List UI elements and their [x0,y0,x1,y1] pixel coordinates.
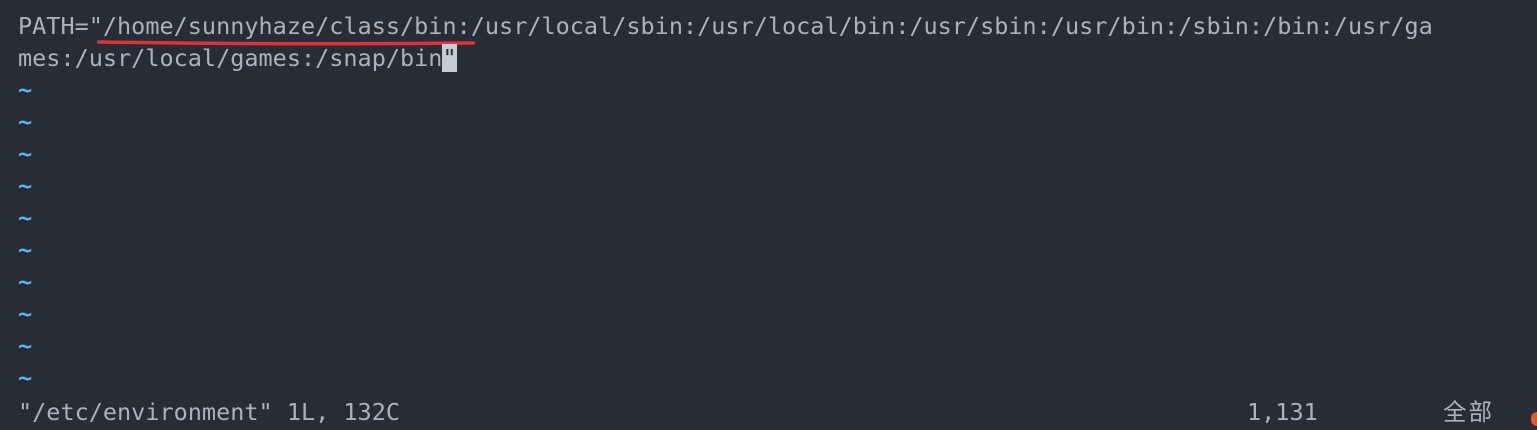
empty-line-marker: ~ [18,332,33,360]
highlighted-path-text: /home/sunnyhaze/class/bin: [102,12,471,40]
path-rest: /usr/local/sbin:/usr/local/bin:/usr/sbin… [470,12,1433,40]
highlighted-path-segment: /home/sunnyhaze/class/bin: [96,12,475,46]
text-cursor[interactable]: " [442,44,457,72]
window-edge-indicator [1531,412,1537,426]
buffer-line-1: PATH="/home/sunnyhaze/class/bin:/usr/loc… [18,10,1433,46]
status-scroll-position: 全部 [1443,398,1494,426]
path-continuation: mes:/usr/local/games:/snap/bin [18,44,443,72]
status-cursor-position: 1,131 [1247,398,1318,426]
empty-line-marker: ~ [18,108,33,136]
path-prefix: PATH=" [18,12,103,40]
empty-line-marker: ~ [18,364,33,392]
empty-line-marker: ~ [18,76,33,104]
empty-line-marker: ~ [18,268,33,296]
empty-line-marker: ~ [18,300,33,328]
empty-line-marker: ~ [18,140,33,168]
vim-terminal[interactable]: PATH="/home/sunnyhaze/class/bin:/usr/loc… [0,0,1537,430]
empty-line-marker: ~ [18,172,33,200]
empty-line-marker: ~ [18,204,33,232]
status-file-info: "/etc/environment" 1L, 132C [18,398,401,426]
buffer-line-2: mes:/usr/local/games:/snap/bin" [18,42,457,74]
empty-line-marker: ~ [18,236,33,264]
